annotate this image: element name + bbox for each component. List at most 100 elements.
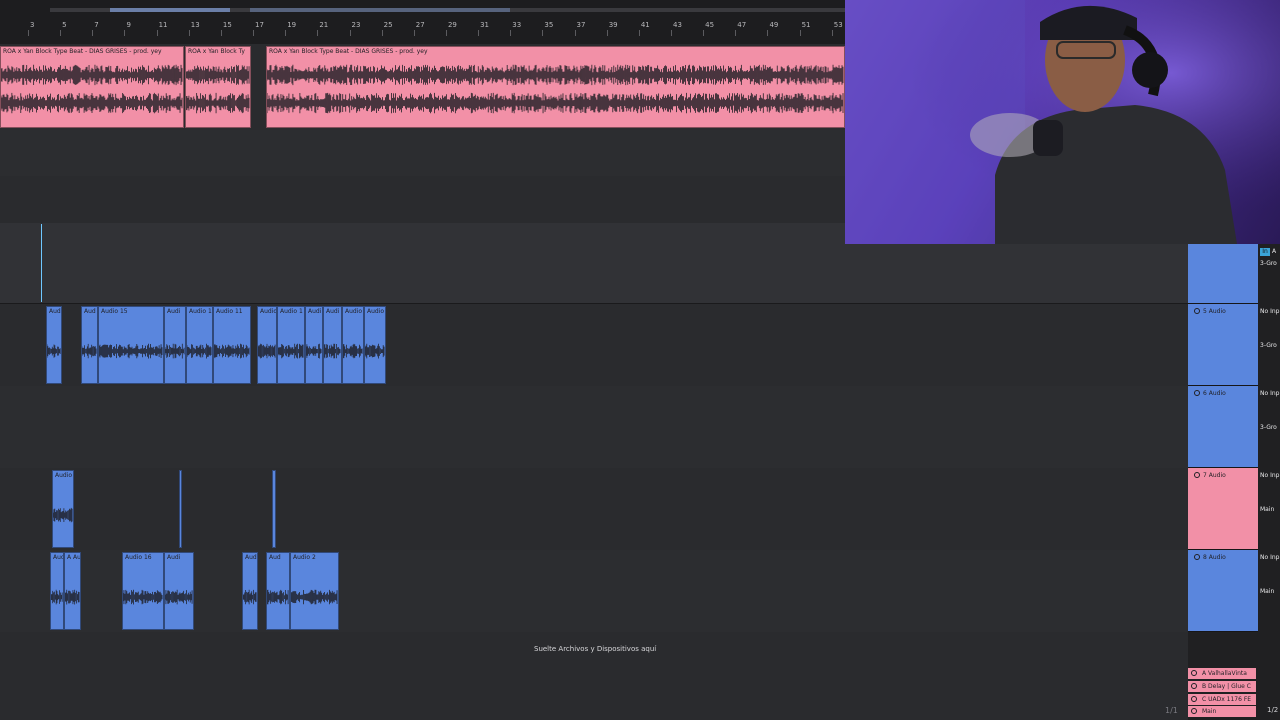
- waveform: [99, 343, 163, 359]
- audio-clip[interactable]: Audio 11: [213, 306, 251, 384]
- bar-tick: [671, 30, 672, 36]
- track-header-6-audio[interactable]: 6 Audio: [1188, 386, 1258, 468]
- audio-clip[interactable]: [272, 470, 276, 548]
- audio-clip[interactable]: Audi: [164, 306, 186, 384]
- audio-clip[interactable]: Audio 15: [98, 306, 164, 384]
- audio-clip[interactable]: Aud: [81, 306, 98, 384]
- bar-tick: [60, 30, 62, 36]
- track-header-7-audio[interactable]: 7 Audio: [1188, 468, 1258, 550]
- track-lane-7-audio[interactable]: Audio: [0, 468, 1188, 551]
- bar-tick: [606, 30, 608, 36]
- clip-name: A Aud: [67, 554, 81, 561]
- audio-clip[interactable]: Audio: [257, 306, 277, 384]
- bar-tick: [735, 30, 737, 36]
- audio-clip[interactable]: Audio 5: [342, 306, 364, 384]
- waveform: [267, 64, 844, 114]
- audio-clip[interactable]: Audio 2: [290, 552, 339, 630]
- bar-tick: [188, 30, 190, 36]
- main-track[interactable]: Main: [1188, 706, 1256, 717]
- track-output[interactable]: 3-Gro: [1260, 260, 1277, 267]
- return-track-c[interactable]: C UADx 1176 FE: [1188, 694, 1256, 705]
- track-lane-6-audio[interactable]: [0, 386, 1188, 469]
- track-activator-icon[interactable]: [1194, 472, 1200, 478]
- clip-name: Audio: [260, 308, 277, 315]
- track-input[interactable]: No Inp: [1260, 390, 1279, 397]
- bar-number-label: 29: [447, 21, 457, 29]
- clip-name: ROA x Yan Block Ty: [188, 48, 245, 55]
- audio-clip[interactable]: [179, 470, 182, 548]
- clip-name: Audi: [326, 308, 340, 315]
- track-activator-icon[interactable]: [1191, 670, 1197, 676]
- track-activator-icon[interactable]: [1191, 696, 1197, 702]
- track-header-group[interactable]: [1188, 244, 1258, 304]
- clip-name: Aud: [269, 554, 281, 561]
- clip-name: Audi: [167, 308, 181, 315]
- audio-clip[interactable]: Audi: [164, 552, 194, 630]
- timeline-ruler[interactable]: 3 5 7 9 11 13 15 17 19 21 23 25 27 29 31 33 35 37 39 41 43 45…: [0, 0, 845, 45]
- bar-number-label: 9: [126, 21, 131, 29]
- track-input[interactable]: No Inp: [1260, 472, 1279, 479]
- audio-clip[interactable]: Auc: [50, 552, 64, 630]
- waveform: [258, 343, 276, 359]
- bar-number-label: 33: [512, 21, 522, 29]
- bar-number-label: 35: [544, 21, 554, 29]
- audio-clip[interactable]: ROA x Yan Block Ty: [185, 46, 251, 128]
- return-track-b[interactable]: B Delay | Glue C: [1188, 681, 1256, 692]
- track-output[interactable]: 3-Gro: [1260, 424, 1277, 431]
- bar-number-label: 15: [222, 21, 232, 29]
- audio-clip[interactable]: A Aud: [64, 552, 81, 630]
- audio-clip[interactable]: Audio: [364, 306, 386, 384]
- waveform: [365, 343, 385, 359]
- track-input[interactable]: No Inp: [1260, 308, 1279, 315]
- input-monitor-badge[interactable]: In: [1260, 248, 1270, 256]
- audio-clip[interactable]: Audi: [323, 306, 342, 384]
- bar-tick: [317, 30, 319, 36]
- audio-clip[interactable]: Audio 16: [122, 552, 164, 630]
- audio-clip[interactable]: Aud: [46, 306, 62, 384]
- clip-name: Audio: [55, 472, 73, 479]
- bar-tick: [542, 30, 544, 36]
- audio-clip[interactable]: Aud: [242, 552, 258, 630]
- audio-clip[interactable]: Aud: [266, 552, 290, 630]
- audio-clip[interactable]: Audi: [305, 306, 323, 384]
- return-track-a[interactable]: A ValhallaVinta: [1188, 668, 1256, 679]
- bar-number-label: 45: [705, 21, 715, 29]
- streamer-video-frame: [845, 0, 1280, 244]
- audio-clip[interactable]: Audio: [52, 470, 74, 548]
- track-header-5-audio[interactable]: 5 Audio: [1188, 304, 1258, 386]
- track-lane-8-audio[interactable]: Auc A Aud Audio 16 Audi Aud Aud Audio 2: [0, 550, 1188, 633]
- track-activator-icon[interactable]: [1194, 308, 1200, 314]
- track-activator-icon[interactable]: [1194, 390, 1200, 396]
- bar-number-label: 5: [62, 21, 67, 29]
- bar-tick: [220, 30, 222, 36]
- page-indicator-right: 1/2: [1267, 706, 1279, 714]
- audio-clip[interactable]: ROA x Yan Block Type Beat - DIAS GRISES …: [266, 46, 845, 128]
- track-input[interactable]: A: [1272, 248, 1276, 255]
- track-output[interactable]: Main: [1260, 506, 1274, 513]
- bar-number-label: 23: [351, 21, 361, 29]
- bar-number-label: 25: [383, 21, 393, 29]
- bar-number-label: 21: [319, 21, 329, 29]
- track-output[interactable]: 3-Gro: [1260, 342, 1277, 349]
- page-indicator: 1/1: [1165, 706, 1178, 715]
- track-input[interactable]: No Inp: [1260, 554, 1279, 561]
- track-lane-5-audio[interactable]: Aud Aud Audio 15 Audi Audio 1 Audio 11 A…: [0, 304, 1188, 387]
- track-header-8-audio[interactable]: 8 Audio: [1188, 550, 1258, 632]
- bar-number-label: 13: [190, 21, 200, 29]
- bar-number-label: 17: [255, 21, 264, 29]
- track-activator-icon[interactable]: [1191, 708, 1197, 714]
- audio-clip[interactable]: Audio 1: [277, 306, 305, 384]
- bar-tick: [124, 30, 126, 36]
- audio-clip[interactable]: ROA x Yan Block Type Beat - DIAS GRISES …: [0, 46, 184, 128]
- track-output[interactable]: Main: [1260, 588, 1274, 595]
- track-name: 8 Audio: [1203, 554, 1226, 561]
- track-activator-icon[interactable]: [1191, 683, 1197, 689]
- track-activator-icon[interactable]: [1194, 554, 1200, 560]
- loop-brace[interactable]: [50, 8, 845, 12]
- audio-clip[interactable]: Audio 1: [186, 306, 213, 384]
- bar-number-label: 47: [737, 21, 747, 29]
- playhead[interactable]: [41, 224, 42, 302]
- waveform: [324, 343, 341, 359]
- clip-name: ROA x Yan Block Type Beat - DIAS GRISES …: [269, 48, 428, 55]
- bar-tick: [28, 30, 29, 36]
